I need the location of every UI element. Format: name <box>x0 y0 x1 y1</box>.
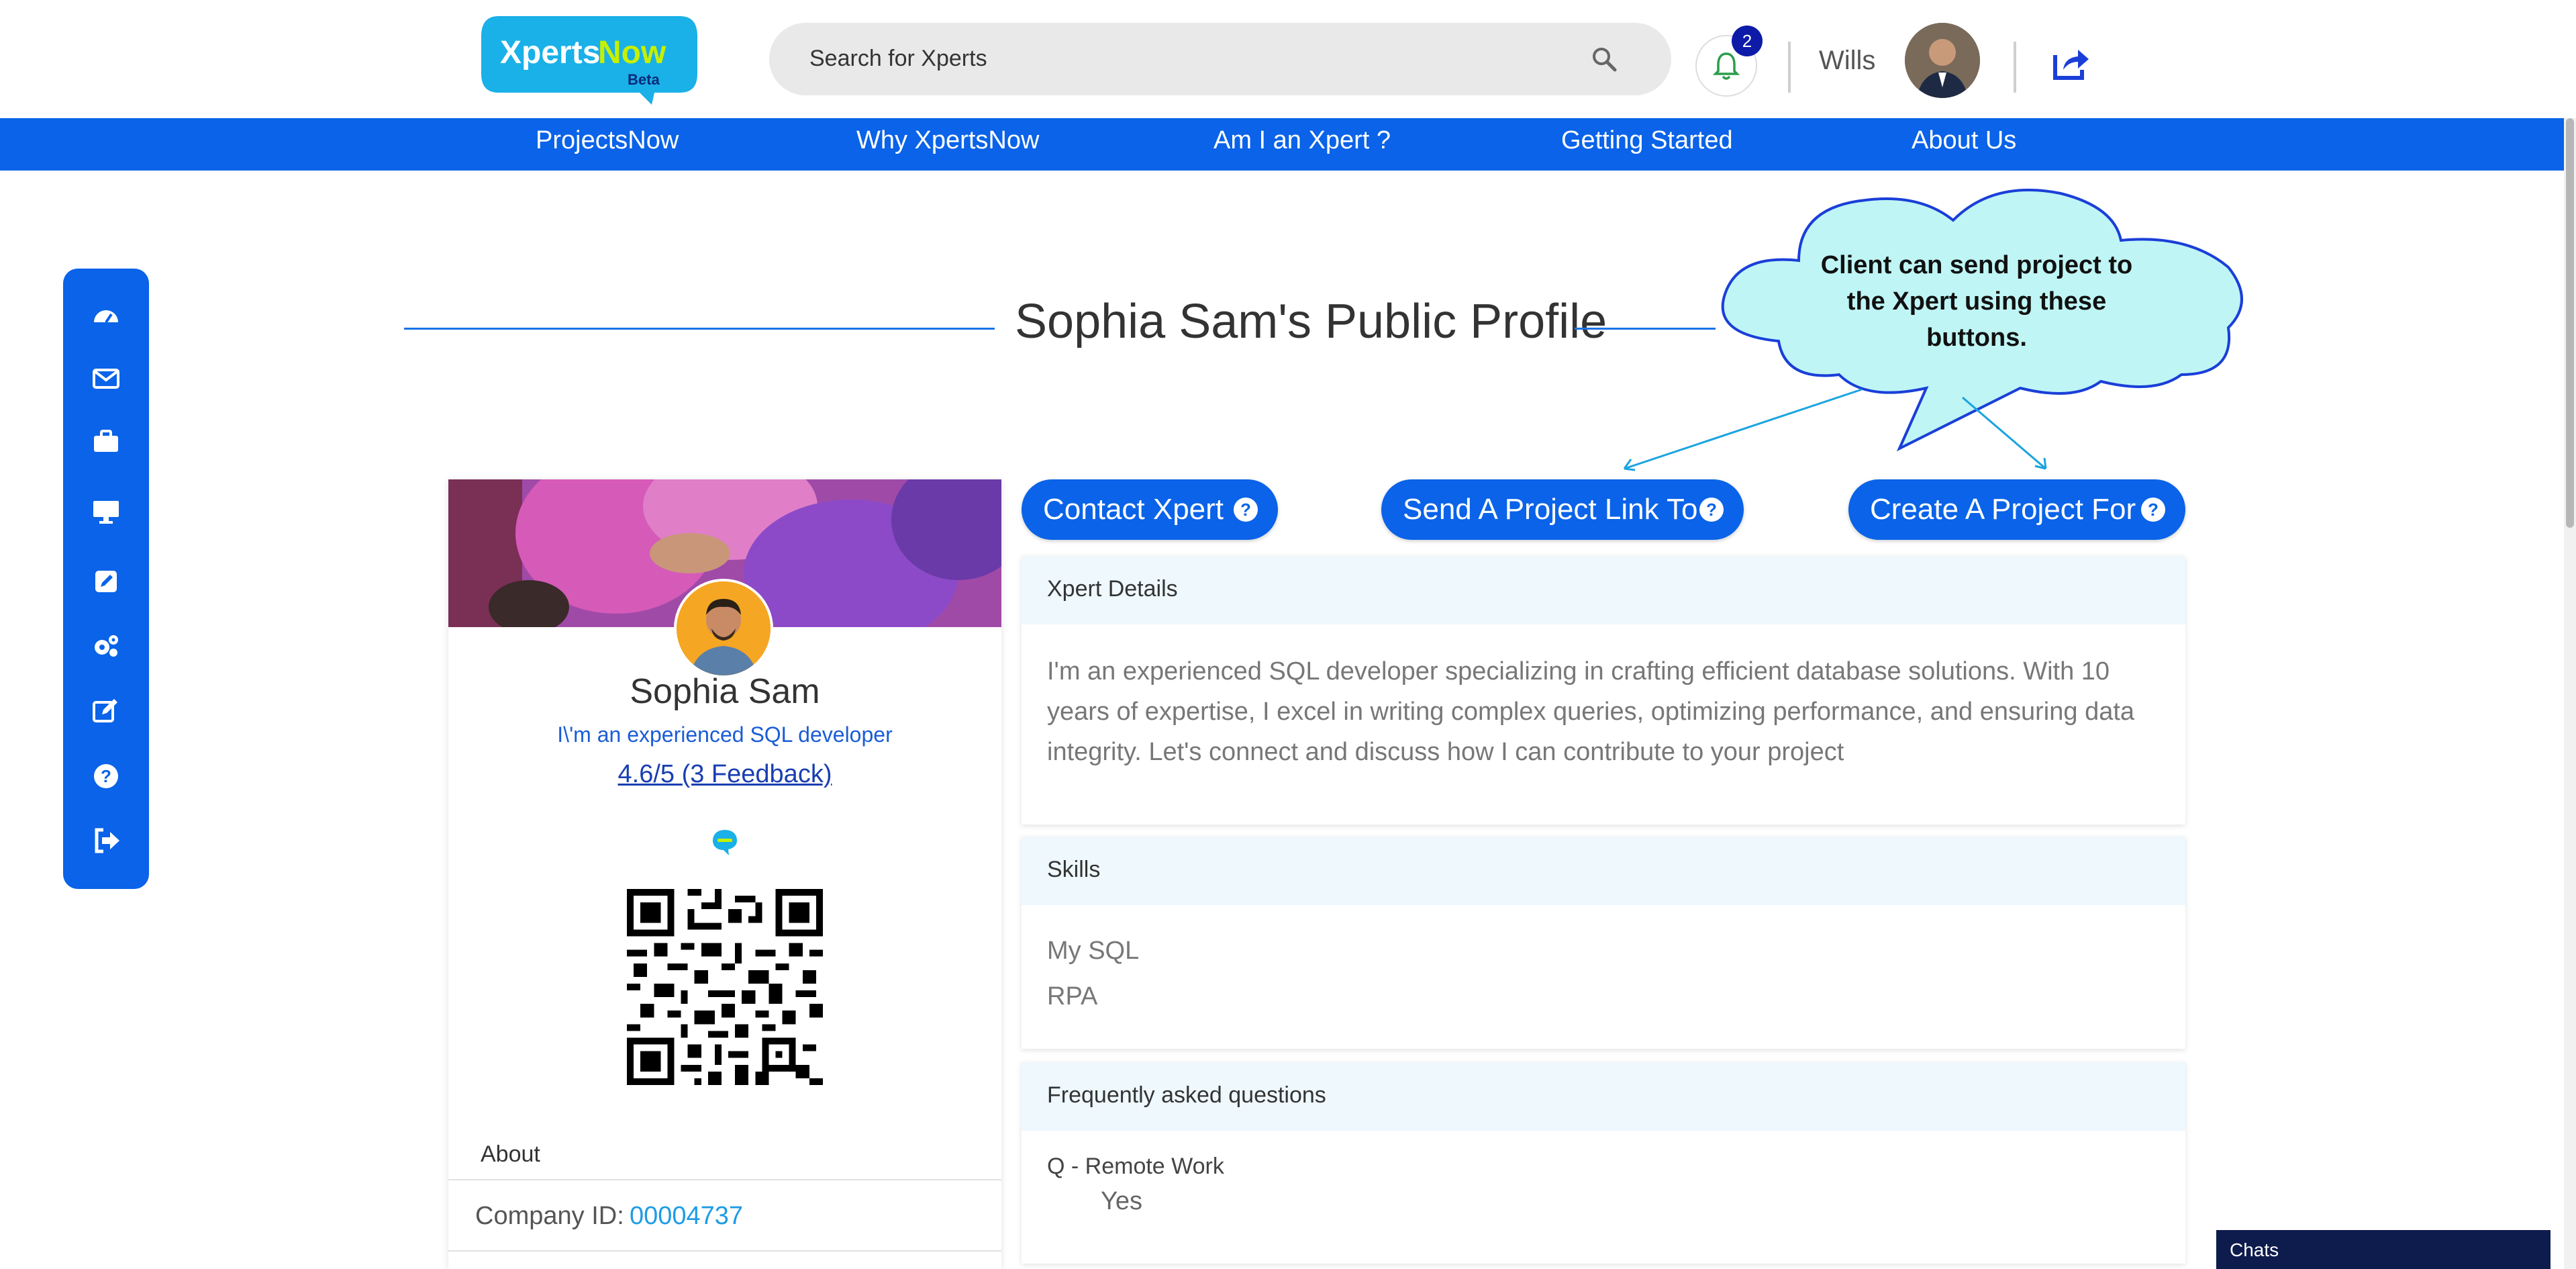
company-id-label: Company ID: <box>475 1202 624 1230</box>
logout-icon[interactable] <box>91 826 121 855</box>
edit-square-icon[interactable] <box>91 567 121 596</box>
profile-tagline: I\'m an experienced SQL developer <box>557 722 893 747</box>
profile-avatar <box>674 579 773 678</box>
desktop-icon[interactable] <box>91 497 121 526</box>
faq-heading: Frequently asked questions <box>1047 1082 1326 1108</box>
skills-header: Skills <box>1022 837 2185 905</box>
mail-icon[interactable] <box>91 364 121 393</box>
skills-heading: Skills <box>1047 857 1101 882</box>
qr-code[interactable] <box>627 889 823 1085</box>
user-avatar[interactable] <box>1905 23 1980 98</box>
top-header: Xperts Now Beta Search for Xperts 2 Will… <box>0 0 2576 118</box>
svg-text:Now: Now <box>598 35 666 70</box>
callout-text: Client can send project to the Xpert usi… <box>1820 251 2133 352</box>
xpertsnow-logo[interactable]: Xperts Now Beta <box>479 9 700 105</box>
faq-panel: Frequently asked questions Q - Remote Wo… <box>1022 1062 2185 1264</box>
nav-am-i-an-xpert[interactable]: Am I an Xpert ? <box>1213 126 1391 155</box>
avatar-photo <box>1905 23 1980 98</box>
main-nav: ProjectsNow Why XpertsNow Am I an Xpert … <box>0 118 2576 171</box>
title-line-left <box>404 328 995 330</box>
skills-panel: Skills My SQL RPA <box>1022 837 2185 1049</box>
company-id-value: 00004737 <box>630 1202 744 1230</box>
send-project-link-button[interactable]: Send A Project Link To ? <box>1381 479 1744 540</box>
help-icon[interactable]: ? <box>1698 496 1725 523</box>
contact-xpert-button[interactable]: Contact Xpert ? <box>1022 479 1278 540</box>
nav-about-us[interactable]: About Us <box>1912 126 2016 155</box>
side-toolbar: ? <box>63 269 149 889</box>
help-icon[interactable]: ? <box>1232 496 1259 523</box>
profile-rating-link[interactable]: 4.6/5 (3 Feedback) <box>448 760 1001 789</box>
skill-item: RPA <box>1047 982 1098 1010</box>
nav-projectsnow[interactable]: ProjectsNow <box>536 126 679 155</box>
send-project-link-label: Send A Project Link To <box>1403 493 1698 526</box>
card-divider <box>448 1250 1001 1252</box>
svg-text:Xperts: Xperts <box>500 35 600 70</box>
skill-item: My SQL <box>1047 937 1140 965</box>
about-heading: About <box>481 1141 540 1167</box>
chats-widget[interactable]: Chats <box>2216 1230 2550 1269</box>
help-icon[interactable]: ? <box>2140 496 2167 523</box>
card-divider <box>448 1179 1001 1180</box>
share-icon[interactable] <box>2051 43 2091 83</box>
notification-badge: 2 <box>1732 26 1763 56</box>
xpert-details-heading: Xpert Details <box>1047 576 1178 602</box>
briefcase-icon[interactable] <box>91 427 121 457</box>
xpert-details-header: Xpert Details <box>1022 556 2185 624</box>
svg-text:?: ? <box>2148 500 2159 520</box>
profile-card: Sophia Sam I\'m an experienced SQL devel… <box>448 479 1001 1269</box>
search-icon[interactable] <box>1591 46 1618 73</box>
xpertsnow-chat-icon[interactable] <box>710 827 740 857</box>
search-bar[interactable]: Search for Xperts <box>769 23 1671 95</box>
svg-text:?: ? <box>101 766 111 786</box>
bell-icon <box>1713 52 1740 80</box>
create-project-button[interactable]: Create A Project For ? <box>1848 479 2185 540</box>
header-divider <box>2014 42 2016 93</box>
contact-xpert-label: Contact Xpert <box>1043 493 1224 526</box>
profile-avatar-image <box>677 581 771 675</box>
header-divider <box>1788 42 1791 93</box>
nav-getting-started[interactable]: Getting Started <box>1561 126 1733 155</box>
help-icon[interactable]: ? <box>91 761 121 791</box>
nav-why-xpertsnow[interactable]: Why XpertsNow <box>856 126 1039 155</box>
svg-text:?: ? <box>1240 500 1251 520</box>
faq-header: Frequently asked questions <box>1022 1062 2185 1131</box>
page-title: Sophia Sam's Public Profile <box>1015 295 1607 348</box>
chats-label: Chats <box>2230 1239 2279 1260</box>
title-line-right <box>1575 328 1716 330</box>
edit-icon[interactable] <box>91 696 121 725</box>
profile-name: Sophia Sam <box>630 672 820 711</box>
search-input[interactable]: Search for Xperts <box>809 46 987 72</box>
create-project-label: Create A Project For <box>1870 493 2136 526</box>
scrollbar-thumb[interactable] <box>2566 118 2574 528</box>
xpert-details-text: I'm an experienced SQL developer special… <box>1047 657 2135 766</box>
gears-icon[interactable] <box>91 631 121 661</box>
faq-answer: Yes <box>1101 1187 1142 1215</box>
svg-text:Beta: Beta <box>628 71 660 88</box>
callout-arrows <box>1623 388 2047 471</box>
username[interactable]: Wills <box>1819 46 1875 76</box>
svg-text:?: ? <box>1706 500 1717 520</box>
dashboard-icon[interactable] <box>91 301 121 330</box>
xpert-details-panel: Xpert Details I'm an experienced SQL dev… <box>1022 556 2185 825</box>
faq-question: Q - Remote Work <box>1047 1154 1224 1179</box>
